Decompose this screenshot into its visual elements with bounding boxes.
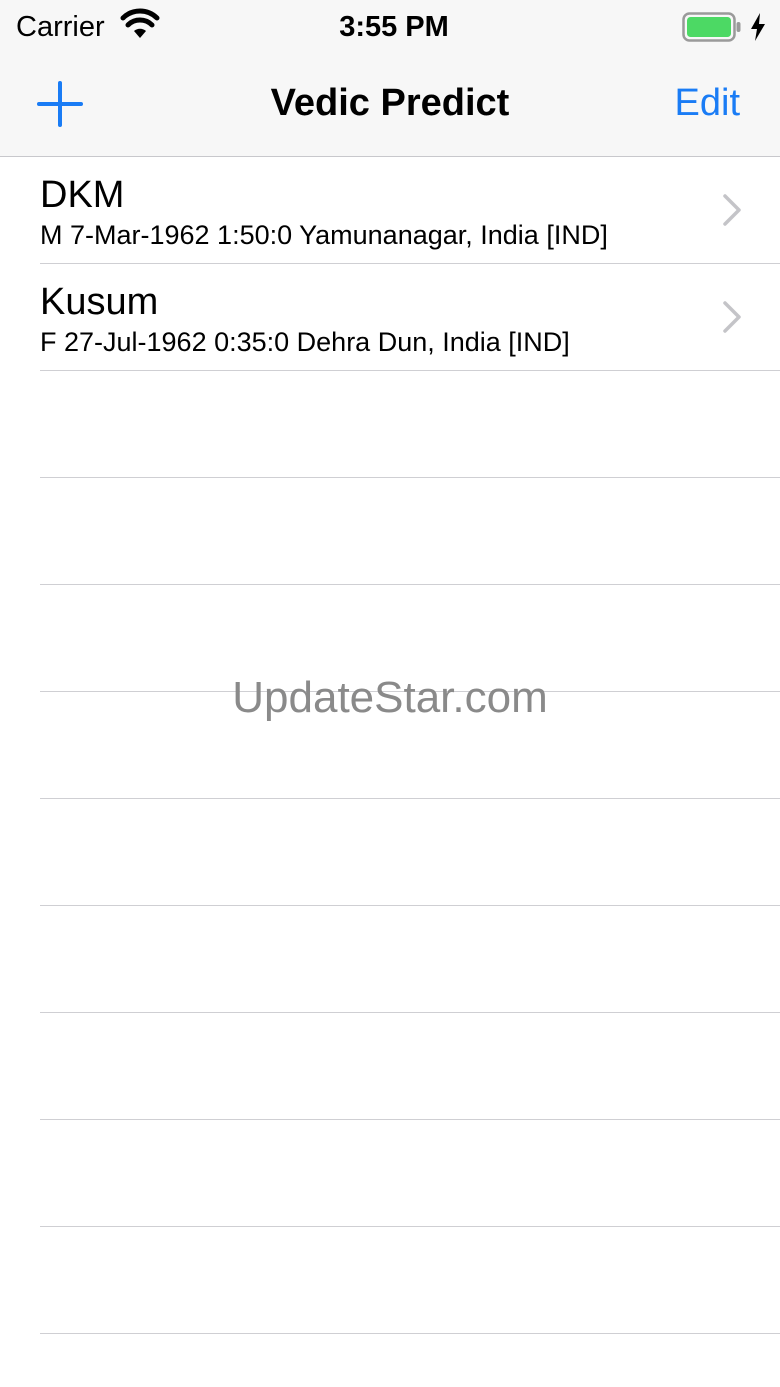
empty-row (0, 1227, 780, 1334)
page-title: Vedic Predict (270, 82, 510, 124)
list-item-title: Kusum (40, 281, 159, 323)
empty-row (0, 692, 780, 799)
list-item[interactable]: Kusum F 27-Jul-1962 0:35:0 Dehra Dun, In… (0, 264, 780, 371)
list-item-details: F 27-Jul-1962 0:35:0 Dehra Dun, India [I… (40, 327, 570, 357)
chevron-right-icon (723, 301, 741, 333)
chart-list: DKM M 7-Mar-1962 1:50:0 Yamunanagar, Ind… (0, 157, 780, 1334)
list-item[interactable]: DKM M 7-Mar-1962 1:50:0 Yamunanagar, Ind… (0, 157, 780, 264)
empty-row (0, 799, 780, 906)
empty-row (0, 1013, 780, 1120)
empty-row (0, 371, 780, 478)
empty-row (0, 478, 780, 585)
list-item-details: M 7-Mar-1962 1:50:0 Yamunanagar, India [… (40, 220, 608, 250)
plus-icon[interactable] (36, 80, 84, 128)
edit-button[interactable]: Edit (675, 79, 740, 127)
list-item-title: DKM (40, 174, 125, 216)
status-bar: Carrier 3:55 PM (0, 0, 780, 54)
charging-bolt-icon (751, 13, 765, 41)
navigation-bar: Vedic Predict Edit (0, 54, 780, 157)
empty-row (0, 585, 780, 692)
chevron-right-icon (723, 194, 741, 226)
empty-row (0, 906, 780, 1013)
empty-row (0, 1120, 780, 1227)
row-separator (40, 1333, 780, 1334)
battery-icon (682, 12, 741, 42)
status-time: 3:55 PM (339, 11, 449, 43)
